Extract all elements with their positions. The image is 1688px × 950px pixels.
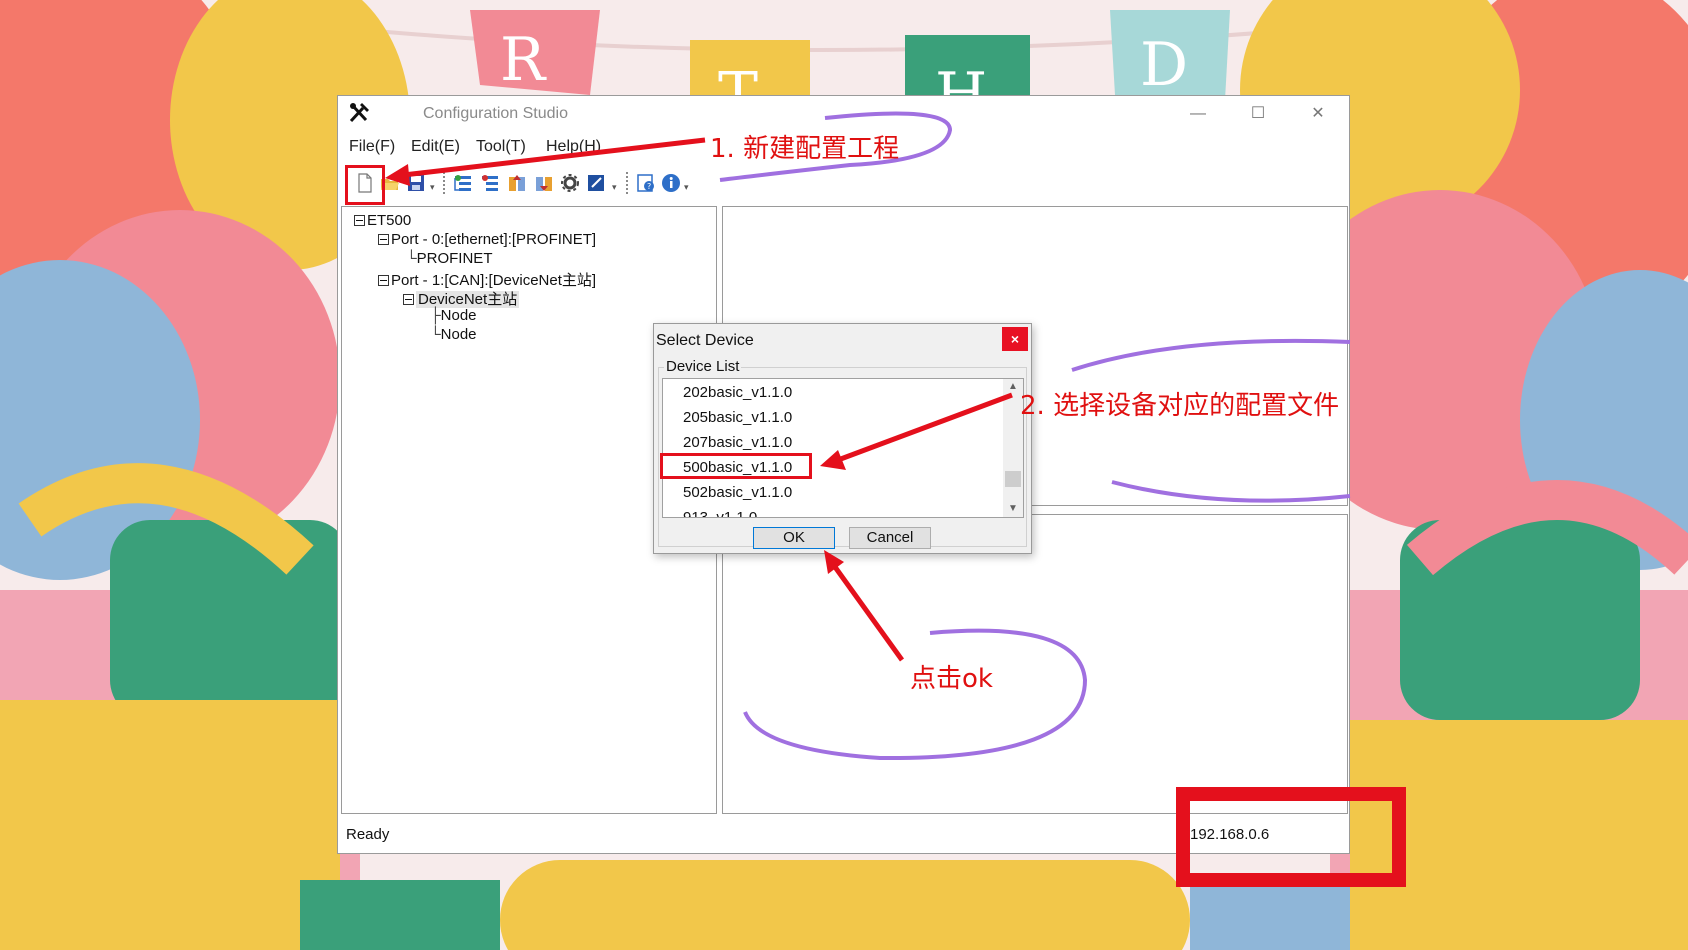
collapse-icon[interactable] (403, 294, 414, 305)
scrollbar-thumb[interactable] (1005, 471, 1021, 487)
window-title: Configuration Studio (423, 105, 568, 122)
tree-node[interactable]: └Node (430, 326, 477, 343)
config-icon[interactable] (586, 173, 606, 193)
svg-text:?: ? (647, 182, 651, 191)
remove-device-icon[interactable] (480, 173, 500, 193)
collapse-icon[interactable] (378, 275, 389, 286)
collapse-icon[interactable] (378, 234, 389, 245)
title-bar: Configuration Studio — ☐ ✕ (338, 96, 1349, 130)
download-icon[interactable] (534, 173, 554, 193)
svg-text:R: R (500, 25, 547, 95)
tree-port1-label: Port - 1:[CAN]:[DeviceNet主站] (391, 272, 597, 289)
tree-connector: └ (430, 326, 441, 343)
ok-button[interactable]: OK (753, 527, 835, 549)
annotation-step2: 2. 选择设备对应的配置文件 (1020, 391, 1340, 421)
tree-root[interactable]: ET500 (354, 212, 411, 229)
list-item[interactable]: 202basic_v1.1.0 (683, 384, 792, 401)
annotation-step3: 点击ok (910, 664, 993, 694)
add-device-icon[interactable] (453, 173, 473, 193)
new-file-highlight-box (345, 165, 385, 205)
tree-node-label: Node (440, 326, 477, 343)
device-listbox[interactable]: 202basic_v1.1.0 205basic_v1.1.0 207basic… (662, 378, 1024, 518)
status-text: Ready (346, 826, 390, 843)
toolbar-dropdown-icon-3[interactable]: ▾ (684, 182, 689, 193)
upload-icon[interactable] (507, 173, 527, 193)
dialog-close-button[interactable]: × (1002, 327, 1028, 351)
tree-node-label: Node (440, 307, 477, 324)
dialog-title: Select Device (656, 332, 754, 349)
detail-pane-bottom (722, 514, 1348, 814)
ip-highlight-box (1176, 787, 1406, 887)
tree-devicenet[interactable]: DeviceNet主站 (403, 288, 520, 309)
list-item[interactable]: 502basic_v1.1.0 (683, 484, 792, 501)
scroll-down-icon[interactable]: ▼ (1003, 501, 1023, 517)
tree-connector: ├ (430, 307, 441, 324)
tree-profinet-label: PROFINET (416, 250, 493, 267)
toolbar: ▾ ▾ ? ▾ (338, 166, 1349, 200)
tree-devicenet-label: DeviceNet主站 (416, 291, 520, 308)
collapse-icon[interactable] (354, 215, 365, 226)
close-window-button[interactable]: ✕ (1298, 102, 1338, 126)
toolbar-grip-3[interactable] (626, 172, 631, 194)
svg-text:D: D (1140, 30, 1188, 100)
minimize-button[interactable]: — (1178, 102, 1218, 126)
tree-port1[interactable]: Port - 1:[CAN]:[DeviceNet主站] (378, 269, 596, 290)
save-icon[interactable] (406, 173, 426, 193)
list-item[interactable]: 913_v1.1.0 (683, 509, 757, 517)
tree-port0-label: Port - 0:[ethernet]:[PROFINET] (391, 231, 597, 248)
toolbar-dropdown-icon-2[interactable]: ▾ (612, 182, 617, 193)
menu-help[interactable]: Help(H) (546, 138, 601, 156)
settings-gear-icon[interactable] (560, 173, 580, 193)
tree-connector: └ (406, 250, 417, 267)
info-icon[interactable] (661, 173, 681, 193)
help-icon[interactable]: ? (636, 173, 656, 193)
menu-edit[interactable]: Edit(E) (411, 138, 460, 156)
device-list-label: Device List (664, 358, 742, 375)
list-item[interactable]: 205basic_v1.1.0 (683, 409, 792, 426)
toolbar-dropdown-icon[interactable]: ▾ (430, 182, 435, 193)
menu-file[interactable]: File(F) (349, 138, 395, 156)
annotation-step1: 1. 新建配置工程 (710, 134, 900, 164)
select-device-dialog: Select Device × Device List 202basic_v1.… (653, 323, 1032, 554)
tree-node[interactable]: ├Node (430, 307, 477, 324)
selected-item-highlight-box (660, 453, 812, 479)
maximize-button[interactable]: ☐ (1238, 102, 1278, 126)
menu-tool[interactable]: Tool(T) (476, 138, 526, 156)
list-item[interactable]: 207basic_v1.1.0 (683, 434, 792, 451)
tree-root-label: ET500 (367, 212, 412, 229)
tree-port0[interactable]: Port - 0:[ethernet]:[PROFINET] (378, 231, 596, 248)
tree-profinet[interactable]: └PROFINET (406, 250, 492, 267)
toolbar-grip-2[interactable] (443, 172, 448, 194)
tools-icon (349, 103, 369, 123)
cancel-button[interactable]: Cancel (849, 527, 931, 549)
